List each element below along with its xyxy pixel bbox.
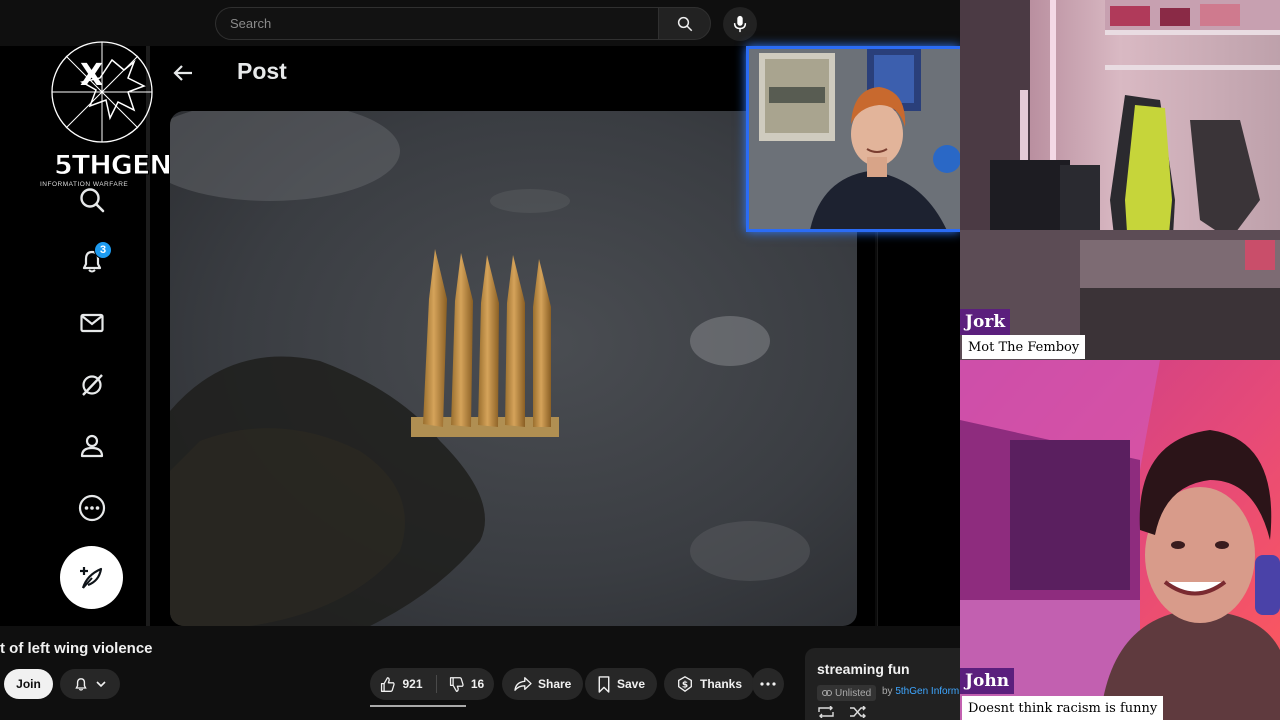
save-label: Save <box>617 677 646 691</box>
post-header: Post <box>150 46 750 108</box>
jork-name-tag: Jork <box>960 309 1011 335</box>
playlist-controls <box>817 706 867 718</box>
dislike-count: 16 <box>470 677 485 691</box>
more-horizontal-icon <box>760 682 776 686</box>
profile-icon <box>80 434 104 458</box>
voice-search-button[interactable] <box>723 7 757 41</box>
svg-text:X: X <box>80 58 103 93</box>
search-input[interactable]: Search <box>215 7 659 40</box>
playlist-card[interactable]: streaming fun Unlisted by 5thGen Inform <box>805 648 960 720</box>
like-button[interactable]: 921 <box>370 668 432 700</box>
loop-icon[interactable] <box>817 706 835 718</box>
more-circle-icon <box>78 494 106 522</box>
back-arrow-icon <box>173 65 192 81</box>
link-icon <box>822 690 832 696</box>
unlisted-label: Unlisted <box>835 687 872 699</box>
thumbs-up-icon <box>381 676 396 692</box>
video-title: t of left wing violence <box>0 640 153 657</box>
john-webcam-image <box>960 360 1280 720</box>
thumbs-down-icon <box>449 676 464 692</box>
x-nav-more[interactable] <box>70 486 114 530</box>
search-icon <box>80 188 105 213</box>
share-arrow-icon <box>514 677 532 691</box>
join-button[interactable]: Join <box>4 669 53 699</box>
search-button[interactable] <box>658 7 711 40</box>
microphone-icon <box>733 15 747 33</box>
mail-icon <box>80 313 104 333</box>
bookmark-icon <box>598 675 610 693</box>
x-nav-profile[interactable] <box>70 424 114 468</box>
john-name-tag: John <box>960 668 1015 694</box>
dislike-button[interactable]: 16 <box>438 668 494 700</box>
compose-feather-icon <box>79 566 102 589</box>
shuffle-icon[interactable] <box>849 706 867 718</box>
jork-webcam-image <box>960 0 1280 360</box>
john-subtitle: Doesnt think racism is funny <box>962 696 1164 720</box>
stream-screen: Search 3 Post X 5THGEN INFORMATION WARFA… <box>0 0 960 720</box>
john-webcam: John Doesnt think racism is funny <box>960 360 1280 720</box>
like-count: 921 <box>402 677 423 691</box>
x-nav-grok[interactable] <box>70 363 114 407</box>
save-button[interactable]: Save <box>585 668 658 700</box>
compose-post-button[interactable] <box>60 546 123 609</box>
super-thanks-icon: $ <box>678 676 692 693</box>
notification-badge: 3 <box>94 241 112 259</box>
more-actions-button[interactable] <box>752 668 784 700</box>
jork-webcam: Jork Mot The Femboy <box>960 0 1280 360</box>
like-dislike-group: 921 16 <box>370 668 494 700</box>
x-nav-notifications[interactable]: 3 <box>70 239 114 283</box>
streamer-webcam-image <box>749 49 960 229</box>
thanks-button[interactable]: $ Thanks <box>664 668 755 700</box>
page-title: Post <box>237 58 287 84</box>
by-prefix: by <box>882 686 893 697</box>
like-divider <box>436 675 437 693</box>
compass-logo-icon: X <box>51 41 153 143</box>
chevron-down-icon <box>96 681 106 688</box>
like-underline <box>370 705 466 707</box>
search-icon <box>677 16 692 31</box>
share-label: Share <box>538 677 572 691</box>
grok-icon <box>82 374 103 396</box>
logo-sub-text: INFORMATION WARFARE <box>40 181 129 188</box>
playlist-title: streaming fun <box>817 661 910 677</box>
thanks-label: Thanks <box>700 677 743 691</box>
playlist-channel-link[interactable]: 5thGen Inform <box>895 686 959 697</box>
streamer-webcam-inset <box>746 46 960 232</box>
playlist-owner: by 5thGen Inform <box>882 686 959 697</box>
unlisted-badge: Unlisted <box>817 685 877 701</box>
share-button[interactable]: Share <box>502 668 584 700</box>
x-nav-messages[interactable] <box>70 301 114 345</box>
jork-subtitle: Mot The Femboy <box>962 335 1086 359</box>
bell-icon <box>74 678 87 691</box>
notification-bell-button[interactable] <box>60 669 120 699</box>
search-placeholder: Search <box>230 16 272 31</box>
svg-text:$: $ <box>682 681 688 691</box>
logo-brand-text: 5THGEN <box>53 150 172 182</box>
